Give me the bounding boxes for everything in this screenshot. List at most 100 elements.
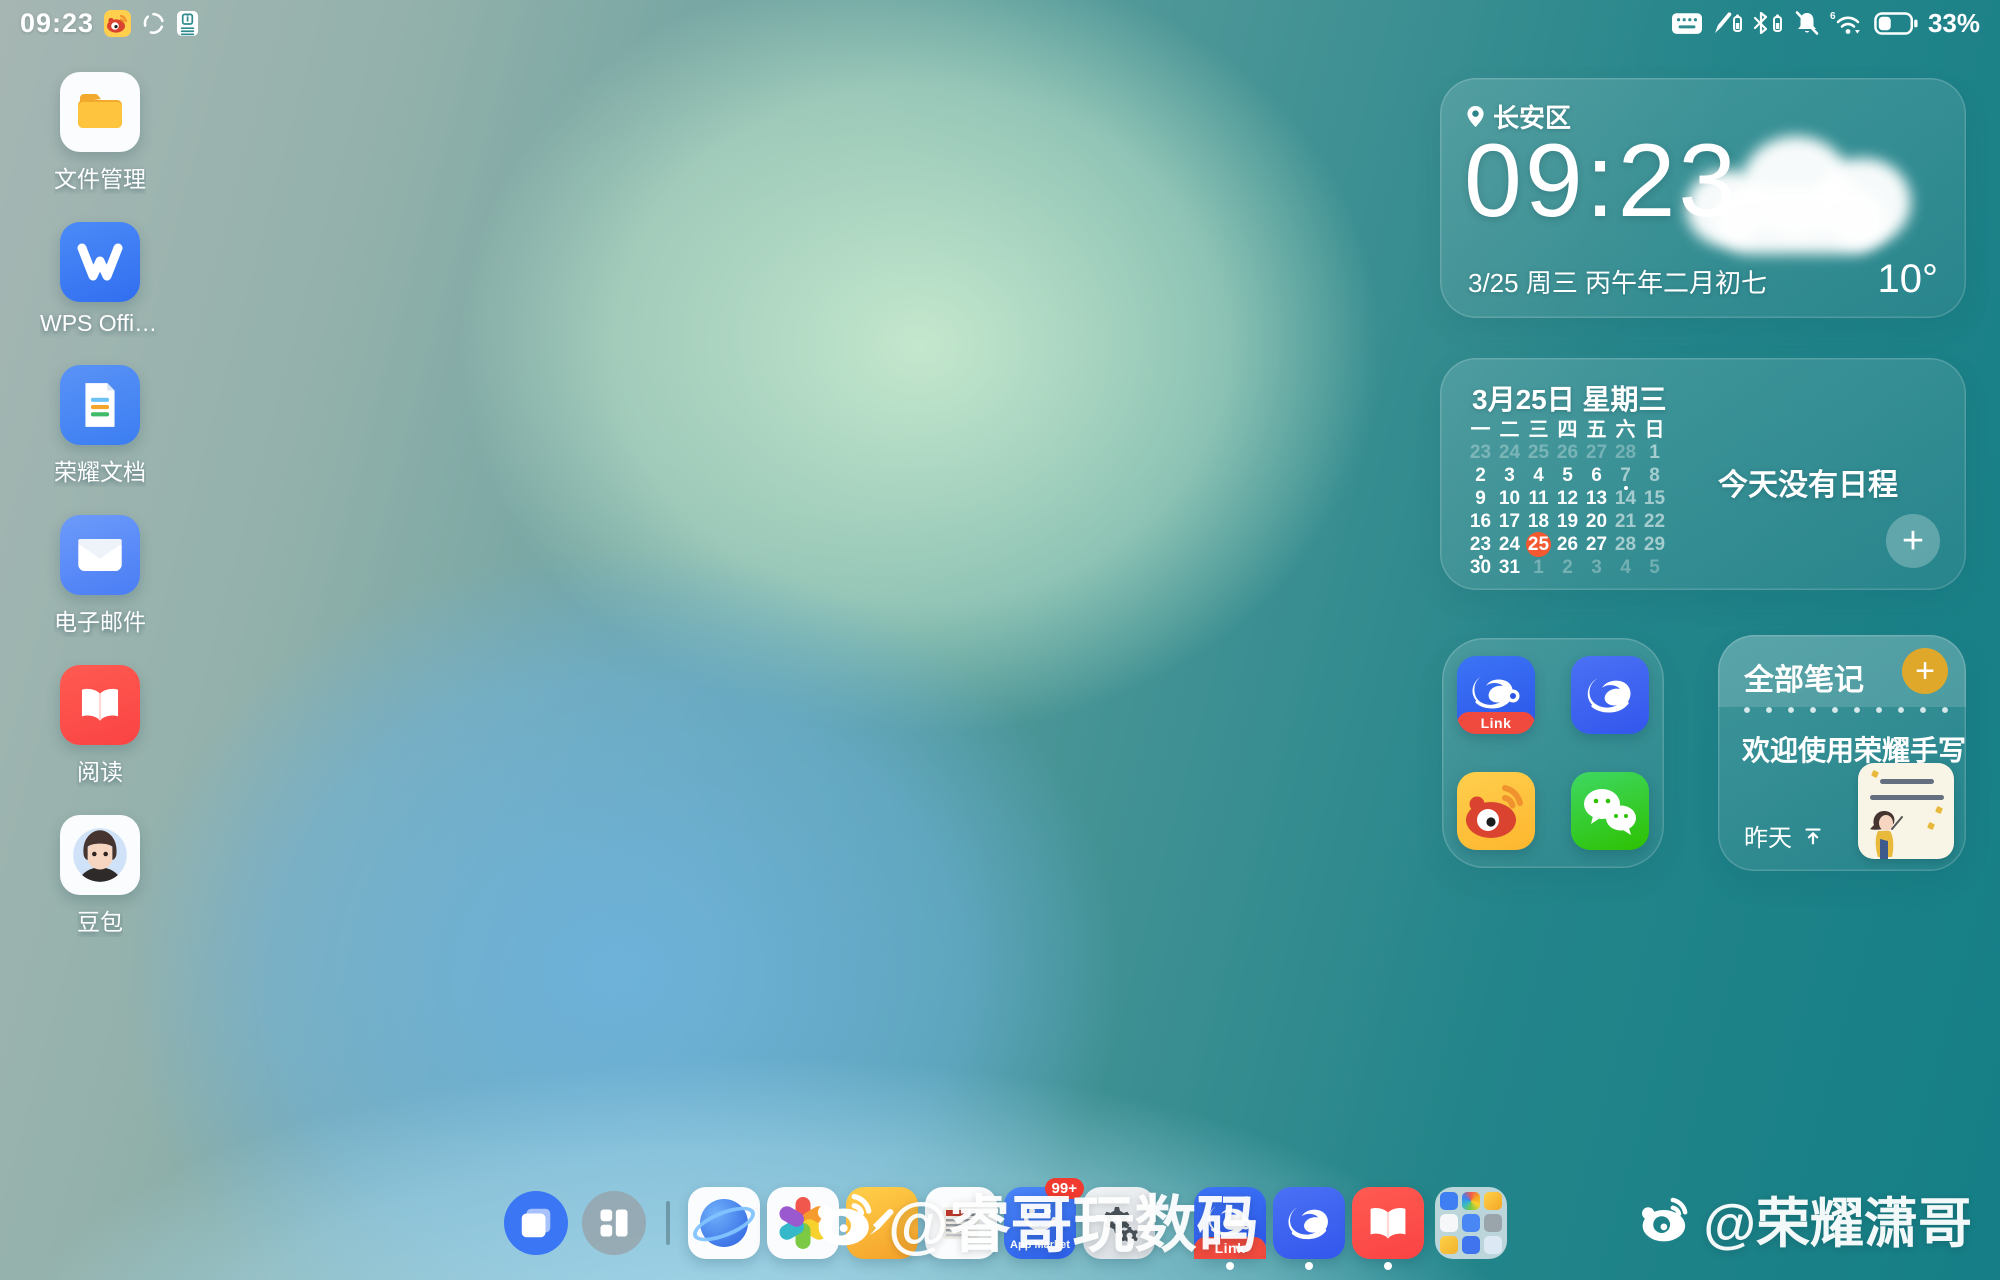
calendar-day[interactable]: 5 <box>1640 556 1669 579</box>
widget-date: 3/25 周三 丙午年二月初七 <box>1468 263 1767 300</box>
calendar-day[interactable]: 27 <box>1582 441 1611 464</box>
calendar-widget[interactable]: 3月25日 星期三 一二三四五六日23242526272812345678910… <box>1440 358 1966 590</box>
calendar-day[interactable]: 17 <box>1495 510 1524 533</box>
dock-app-news[interactable] <box>925 1187 997 1259</box>
link-banner: Link <box>1194 1237 1266 1259</box>
calendar-day[interactable]: 9 <box>1466 487 1495 510</box>
app-link[interactable]: Link <box>1457 656 1535 734</box>
calendar-day[interactable]: 24 <box>1495 533 1524 556</box>
app-file-manager[interactable]: 文件管理 <box>48 72 152 194</box>
calendar-day[interactable]: 6 <box>1582 464 1611 487</box>
calendar-day[interactable]: 20 <box>1582 510 1611 533</box>
news-notification-icon <box>176 10 199 37</box>
app-label: 阅读 <box>77 753 123 787</box>
calendar-day[interactable]: 2 <box>1553 556 1582 579</box>
calendar-day[interactable]: 8 <box>1640 464 1669 487</box>
calendar-day[interactable]: 10 <box>1495 487 1524 510</box>
dock-app-market[interactable]: 99+ App Market <box>1004 1187 1076 1259</box>
calendar-day[interactable]: 18 <box>1524 510 1553 533</box>
calendar-day[interactable]: 26 <box>1553 533 1582 556</box>
dock-app-settings[interactable] <box>1083 1187 1155 1259</box>
calendar-day[interactable]: 26 <box>1553 441 1582 464</box>
note-date-row: 昨天 <box>1744 818 1824 853</box>
calendar-day[interactable]: 23 <box>1466 441 1495 464</box>
calendar-day[interactable]: 5 <box>1553 464 1582 487</box>
calendar-day[interactable]: 28 <box>1611 533 1640 556</box>
honor-docs-icon <box>60 365 140 445</box>
calendar-day[interactable]: 4 <box>1611 556 1640 579</box>
app-reading[interactable]: 阅读 <box>48 665 152 787</box>
calendar-day[interactable]: 1 <box>1640 441 1669 464</box>
app-swirl[interactable] <box>1571 656 1649 734</box>
calendar-day[interactable]: 22 <box>1640 510 1669 533</box>
file-manager-icon <box>60 72 140 152</box>
battery-percent: 33% <box>1928 8 1980 39</box>
calendar-day[interactable]: 12 <box>1553 487 1582 510</box>
recents-button[interactable] <box>504 1191 568 1255</box>
calendar-day[interactable]: 24 <box>1495 441 1524 464</box>
app-wps-office[interactable]: WPS Office P.. <box>48 222 152 337</box>
dock-app-link[interactable]: Link <box>1194 1187 1266 1259</box>
calendar-day[interactable]: 3 <box>1582 556 1611 579</box>
calendar-day[interactable]: 29 <box>1640 533 1669 556</box>
app-email[interactable]: 电子邮件 <box>48 515 152 637</box>
calendar-title: 3月25日 星期三 <box>1472 378 1667 418</box>
bluetooth-battery-icon <box>1752 10 1784 36</box>
app-wechat[interactable] <box>1571 772 1649 850</box>
link-banner: Link <box>1457 712 1535 734</box>
widget-temperature: 10° <box>1878 257 1939 302</box>
notes-widget[interactable]: 全部笔记 + 欢迎使用荣耀手写... 昨天 <box>1718 635 1966 871</box>
app-label: 豆包 <box>77 903 123 937</box>
calendar-day[interactable]: 2 <box>1466 464 1495 487</box>
calendar-weekday: 日 <box>1640 414 1669 441</box>
calendar-day[interactable]: 25 <box>1524 533 1553 556</box>
folder-mini-app-icon <box>1440 1214 1458 1232</box>
app-doubao[interactable]: 豆包 <box>48 815 152 937</box>
calendar-day[interactable]: 15 <box>1640 487 1669 510</box>
calendar-day[interactable]: 11 <box>1524 487 1553 510</box>
keyboard-icon <box>1672 13 1702 34</box>
dock-app-gallery[interactable] <box>767 1187 839 1259</box>
calendar-day[interactable]: 19 <box>1553 510 1582 533</box>
calendar-add-button[interactable]: + <box>1886 514 1940 568</box>
calendar-day[interactable]: 7 <box>1611 464 1640 487</box>
sync-icon <box>141 11 166 36</box>
weather-clock-widget[interactable]: 长安区 09:23 3/25 周三 丙午年二月初七 10° <box>1440 78 1966 318</box>
battery-icon <box>1874 12 1918 35</box>
calendar-day[interactable]: 21 <box>1611 510 1640 533</box>
svg-text:6: 6 <box>1830 11 1836 22</box>
calendar-weekday: 六 <box>1611 414 1640 441</box>
app-market-label: App Market <box>1004 1240 1076 1251</box>
folder-mini-app-icon <box>1484 1214 1502 1232</box>
status-bar: 09:23 <box>0 0 2000 46</box>
dock-app-swirl[interactable] <box>1273 1187 1345 1259</box>
app-weibo[interactable] <box>1457 772 1535 850</box>
app-honor-docs[interactable]: 荣耀文档 <box>48 365 152 487</box>
app-folder-widget[interactable]: Link <box>1442 638 1664 868</box>
calendar-day[interactable]: 3 <box>1495 464 1524 487</box>
calendar-day[interactable]: 23 <box>1466 533 1495 556</box>
status-time: 09:23 <box>20 8 94 39</box>
calendar-day[interactable]: 16 <box>1466 510 1495 533</box>
widgets-button[interactable] <box>582 1191 646 1255</box>
dock-folder[interactable] <box>1435 1187 1507 1259</box>
calendar-day[interactable]: 28 <box>1611 441 1640 464</box>
folder-mini-app-icon <box>1440 1236 1458 1254</box>
folder-mini-app-icon <box>1440 1192 1458 1210</box>
notes-add-button[interactable]: + <box>1902 648 1948 694</box>
desktop-app-column: 文件管理 WPS Office P.. 荣耀文档 <box>48 72 152 937</box>
dock-app-reading[interactable] <box>1352 1187 1424 1259</box>
calendar-day[interactable]: 14 <box>1611 487 1640 510</box>
calendar-day[interactable]: 27 <box>1582 533 1611 556</box>
dock-app-browser[interactable] <box>688 1187 760 1259</box>
calendar-day[interactable]: 30 <box>1466 556 1495 579</box>
calendar-day[interactable]: 1 <box>1524 556 1553 579</box>
calendar-no-schedule: 今天没有日程 <box>1718 460 1898 504</box>
calendar-day[interactable]: 4 <box>1524 464 1553 487</box>
calendar-day[interactable]: 31 <box>1495 556 1524 579</box>
calendar-day[interactable]: 25 <box>1524 441 1553 464</box>
calendar-day[interactable]: 13 <box>1582 487 1611 510</box>
dock-app-notes-pen[interactable] <box>846 1187 918 1259</box>
dock-divider <box>666 1201 670 1245</box>
calendar-grid[interactable]: 一二三四五六日232425262728123456789101112131415… <box>1466 414 1674 579</box>
